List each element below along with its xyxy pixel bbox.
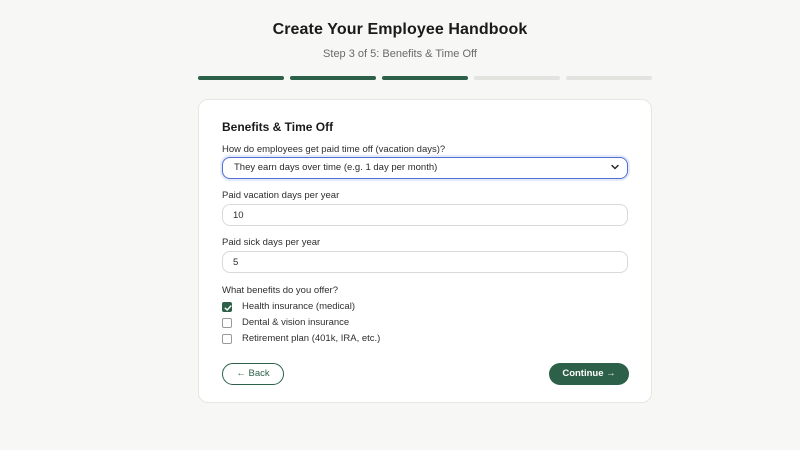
progress-step-4 [474,76,560,80]
health-label: Health insurance (medical) [242,301,355,312]
benefits-question-label: What benefits do you offer? [222,285,339,296]
progress-step-2 [290,76,376,80]
sick-days-label: Paid sick days per year [222,237,321,248]
vacation-days-label: Paid vacation days per year [222,190,340,201]
pto-question-label: How do employees get paid time off (vaca… [222,144,446,155]
health-checkbox[interactable] [222,301,232,312]
back-button[interactable]: ← Back [222,363,284,385]
retirement-label: Retirement plan (401k, IRA, etc.) [242,333,381,344]
benefit-option-dental[interactable]: Dental & vision insurance [222,317,349,328]
pto-method-select[interactable]: They earn days over time (e.g. 1 day per… [222,157,628,179]
sick-days-input[interactable]: 5 [222,251,628,273]
retirement-checkbox[interactable] [222,333,232,344]
progress-bar [198,76,652,80]
page-header: Create Your Employee Handbook Step 3 of … [0,21,800,60]
progress-step-1 [198,76,284,80]
benefit-option-retirement[interactable]: Retirement plan (401k, IRA, etc.) [222,333,380,344]
dental-checkbox[interactable] [222,317,232,328]
chevron-down-icon [611,164,619,170]
page-title: Create Your Employee Handbook [272,21,528,38]
pto-method-value: They earn days over time (e.g. 1 day per… [234,162,438,173]
progress-step-5 [566,76,652,80]
section-title: Benefits & Time Off [222,120,334,134]
progress-step-3 [382,76,468,80]
checkmark-icon [224,304,232,311]
benefit-option-health[interactable]: Health insurance (medical) [222,301,355,312]
step-subtitle: Step 3 of 5: Benefits & Time Off [323,48,477,60]
dental-label: Dental & vision insurance [242,317,350,328]
vacation-days-input[interactable]: 10 [222,204,628,226]
benefits-card: Benefits & Time Off How do employees get… [198,99,652,403]
continue-button[interactable]: Continue → [549,363,629,385]
